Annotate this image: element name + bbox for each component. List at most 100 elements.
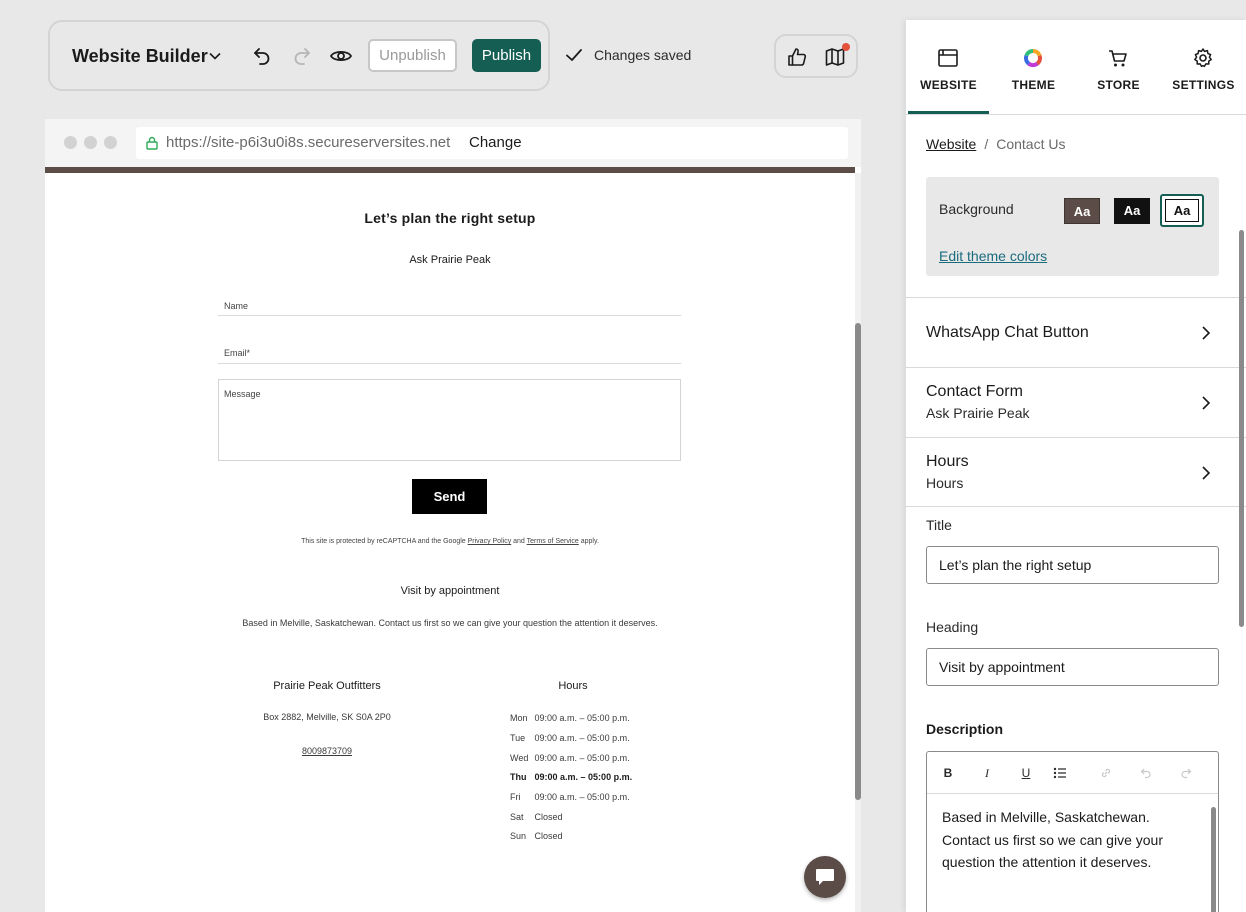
breadcrumb-website-link[interactable]: Website [926,136,976,152]
background-label: Background [939,201,1014,217]
save-status: Changes saved [564,45,691,65]
business-address: Box 2882, Melville, SK S0A 2P0 [263,712,391,722]
description-field-label: Description [926,721,1004,737]
hours-time: 09:00 a.m. – 05:00 p.m. [534,713,630,723]
underline-button[interactable]: U [1019,766,1033,780]
email-field[interactable] [218,363,681,364]
message-field-label: Message [224,389,261,399]
hours-day: Sat [510,812,524,822]
background-selector: Background Aa Aa Aa Edit theme colors [926,177,1219,276]
site-contact-section: Let’s plan the right setup Ask Prairie P… [45,173,855,912]
background-swatch-black[interactable]: Aa [1114,198,1150,224]
bold-button[interactable]: B [941,766,955,780]
name-field[interactable] [218,315,681,316]
hours-time: 09:00 a.m. – 05:00 p.m. [534,733,630,743]
link-icon[interactable] [1099,766,1113,780]
editor-scrollbar[interactable] [1211,807,1216,912]
section-title: WhatsApp Chat Button [926,324,1089,341]
hours-row-today: Thu 09:00 a.m. – 05:00 p.m. [510,772,632,782]
hours-time: 09:00 a.m. – 05:00 p.m. [534,792,630,802]
undo-icon[interactable] [1139,766,1153,780]
breadcrumb: Website / Contact Us [926,136,1065,152]
swatch-label: Aa [1165,199,1199,222]
tab-settings[interactable]: SETTINGS [1161,20,1246,114]
unpublish-button[interactable]: Unpublish [368,39,457,72]
chevron-right-icon [1202,466,1211,480]
email-field-label: Email* [224,348,251,358]
notification-dot [842,43,850,51]
editor-panel: WEBSITE THEME STORE SETTINGS Website / Con… [906,20,1246,912]
send-button[interactable]: Send [412,479,487,514]
tab-theme[interactable]: THEME [991,20,1076,114]
chevron-right-icon [1202,326,1211,340]
hours-day: Tue [510,733,526,743]
preview-scrollbar[interactable] [855,323,861,800]
recaptcha-notice: This site is protected by reCAPTCHA and … [45,538,855,545]
background-swatch-white-selected[interactable]: Aa [1160,194,1204,227]
tab-label: THEME [1011,78,1056,92]
url-box: https://site-p6i3u0i8s.secureserversites… [136,127,848,159]
breadcrumb-separator: / [984,136,989,152]
redo-icon[interactable] [1179,766,1193,780]
heading-input[interactable]: Visit by appointment [926,648,1219,686]
contact-title: Let’s plan the right setup [364,210,536,226]
title-field-label: Title [926,517,952,533]
privacy-policy-link[interactable]: Privacy Policy [468,538,512,545]
gear-icon [1194,48,1212,68]
feedback-tools [774,34,858,78]
captcha-suffix: apply. [578,538,599,545]
business-phone[interactable]: 8009873709 [227,746,427,756]
thumbs-up-icon[interactable] [786,46,808,68]
edit-theme-colors-link[interactable]: Edit theme colors [939,248,1047,264]
hours-row: Fri 09:00 a.m. – 05:00 p.m. [510,792,630,802]
hours-day: Fri [510,792,521,802]
tab-label: SETTINGS [1172,78,1235,92]
breadcrumb-current: Contact Us [996,136,1066,152]
builder-title[interactable]: Website Builder [72,46,208,67]
change-domain-link[interactable]: Change [469,134,522,151]
contact-heading: Visit by appointment [400,585,500,597]
window-dot [64,136,77,149]
browser-bar: https://site-p6i3u0i8s.secureserversites… [45,119,861,167]
italic-button[interactable]: I [980,766,994,780]
panel-tabs: WEBSITE THEME STORE SETTINGS [906,20,1246,115]
title-input[interactable]: Let’s plan the right setup [926,546,1219,584]
background-swatch-brown[interactable]: Aa [1064,198,1100,224]
window-dot [84,136,97,149]
hours-row: Sun Closed [510,831,563,841]
chat-button[interactable] [804,856,846,898]
hours-time: Closed [534,812,563,822]
chat-bubble-icon [816,869,834,885]
contact-description: Based in Melville, Saskatchewan. Contact… [242,618,658,628]
hours-row: Sat Closed [510,812,563,822]
name-field-label: Name [224,301,249,311]
publish-button[interactable]: Publish [472,39,541,72]
hours-day: Mon [510,713,528,723]
section-subtitle: Hours [926,475,964,491]
tab-website[interactable]: WEBSITE [906,20,991,114]
tab-store[interactable]: STORE [1076,20,1161,114]
section-whatsapp-chat-button[interactable]: WhatsApp Chat Button [906,297,1246,367]
undo-icon[interactable] [250,44,274,68]
hours-day: Wed [510,753,529,763]
section-subtitle: Ask Prairie Peak [926,405,1030,421]
hours-time: Closed [534,831,563,841]
business-phone-link[interactable]: 8009873709 [302,746,352,756]
lock-icon [146,136,158,150]
panel-scrollbar[interactable] [1239,230,1244,627]
tab-label: STORE [1097,78,1140,92]
section-hours[interactable]: Hours Hours [906,437,1246,507]
site-url: https://site-p6i3u0i8s.secureserversites… [166,134,451,151]
preview-eye-icon[interactable] [329,44,353,68]
message-field[interactable]: Message [218,379,681,461]
description-editor[interactable]: B I U Based in Melville, Saskatchewan. C… [926,751,1219,912]
chevron-down-icon[interactable] [208,49,222,63]
hours-row: Wed 09:00 a.m. – 05:00 p.m. [510,753,630,763]
redo-icon[interactable] [290,44,314,68]
description-text[interactable]: Based in Melville, Saskatchewan. Contact… [942,806,1192,874]
terms-of-service-link[interactable]: Terms of Service [527,538,579,545]
section-contact-form[interactable]: Contact Form Ask Prairie Peak [906,367,1246,437]
list-icon[interactable] [1053,766,1067,780]
hours-day: Sun [510,831,527,841]
checkmark-icon [566,49,582,61]
